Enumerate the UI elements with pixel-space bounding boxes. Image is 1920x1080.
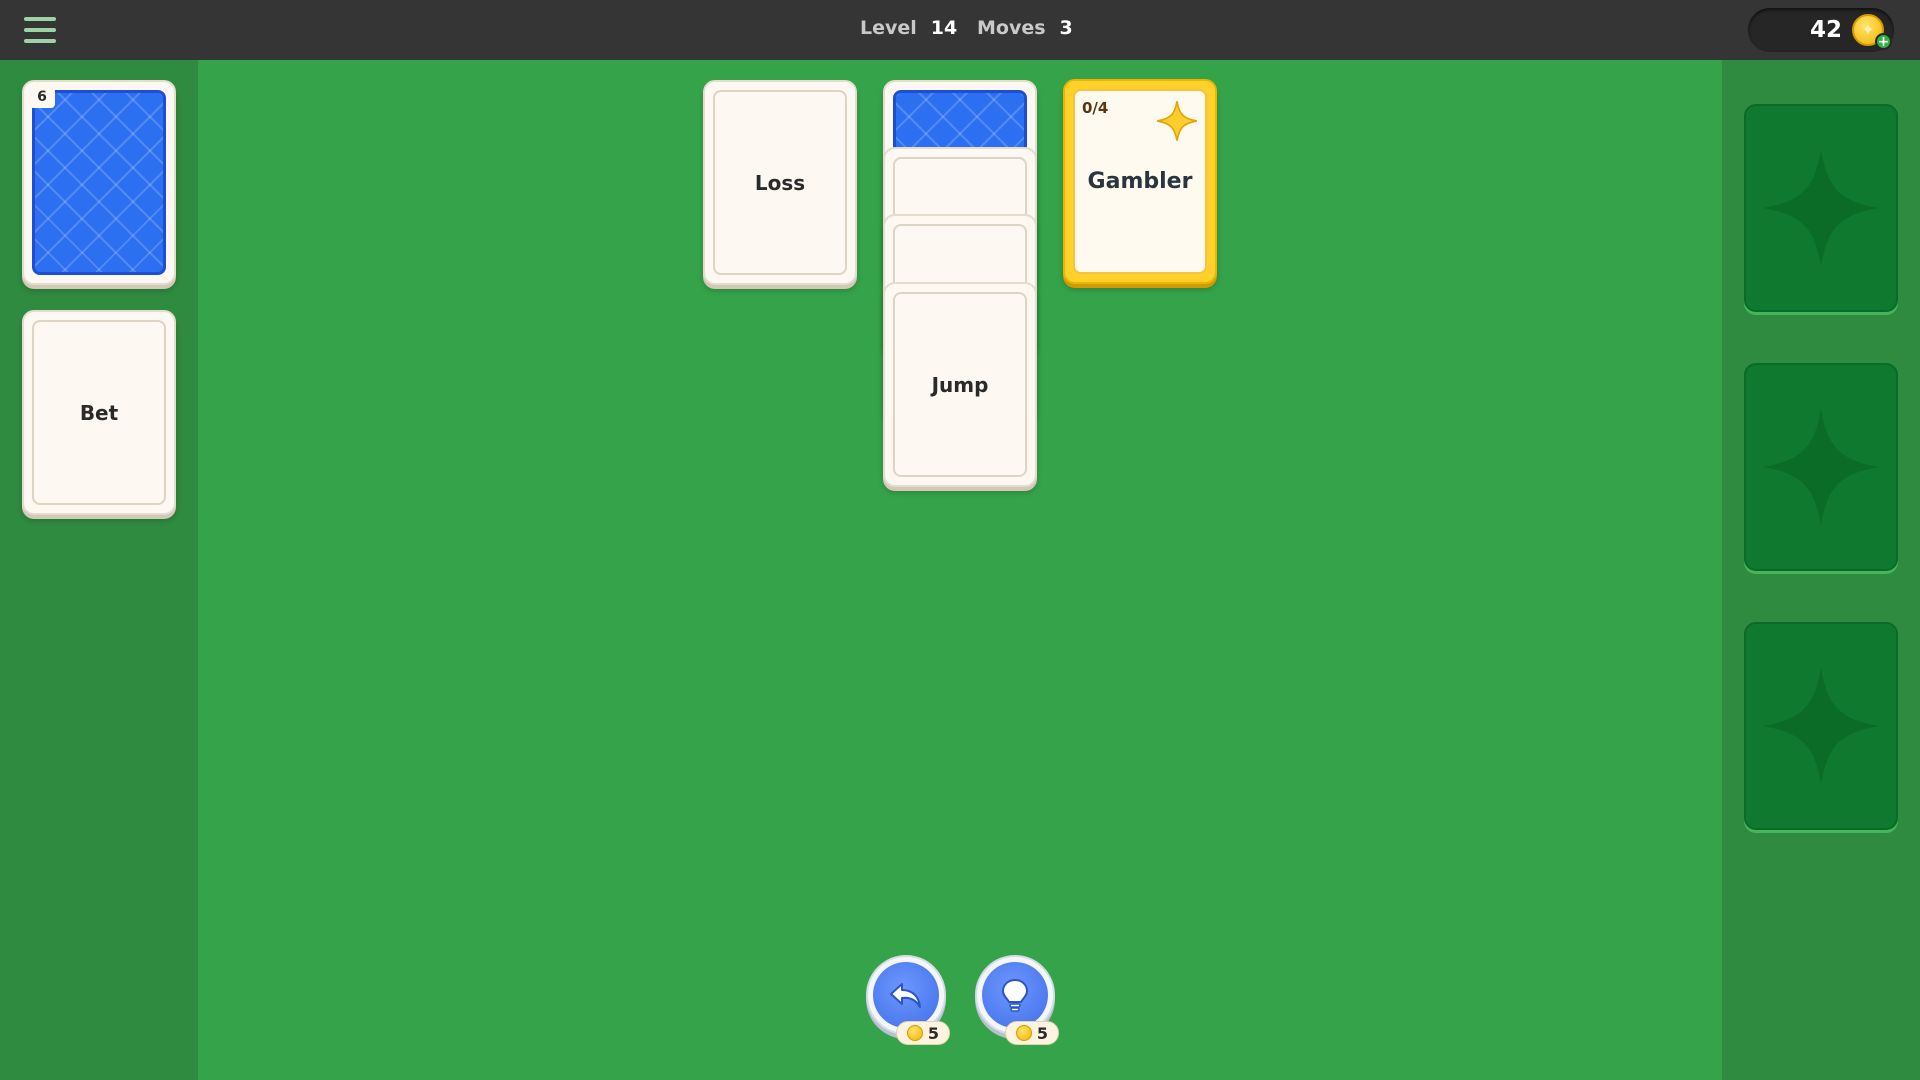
undo-cost-badge: 5 [896,1021,950,1045]
stock-pile[interactable]: 6 [22,80,176,285]
waste-card[interactable]: Bet [22,310,176,515]
foundation-slot-1[interactable] [1744,104,1898,312]
hamburger-menu-icon-bar [24,39,56,43]
coin-icon [1015,1025,1032,1041]
card-label: Jump [931,372,989,397]
sparkle-placeholder-icon [1762,667,1880,785]
tableau-card-loss[interactable]: Loss [703,80,857,285]
undo-cost: 5 [927,1023,940,1043]
stock-count-badge: 6 [29,86,55,108]
moves-indicator: Moves 3 [977,17,1073,39]
category-progress: 0/4 [1082,99,1109,117]
category-name: Gambler [1087,169,1193,194]
top-bar: Level 14 Moves 3 42 ✦ + [0,0,1920,60]
card-face: Loss [713,90,847,275]
card-face: Jump [893,292,1027,477]
hint-button-core [982,962,1048,1028]
sparkle-icon [1157,101,1197,141]
tableau-card-jump[interactable]: Jump [883,282,1037,487]
hamburger-menu-icon-bar [24,28,56,32]
foundation-slot-3[interactable] [1744,622,1898,830]
card-back-pattern [32,90,166,275]
plus-icon[interactable]: + [1875,33,1892,50]
hint-cost: 5 [1036,1023,1049,1043]
card-label: Loss [754,170,806,195]
level-value: 14 [930,17,958,39]
category-card-gambler[interactable]: Gambler 0/4 [1063,79,1217,284]
menu-button[interactable] [20,14,60,46]
foundation-slot-2[interactable] [1744,363,1898,571]
moves-value: 3 [1059,17,1073,39]
moves-label: Moves [977,17,1046,39]
level-label: Level [860,17,917,39]
card-face: Bet [32,320,166,505]
sparkle-placeholder-icon [1762,408,1880,526]
coin-balance[interactable]: 42 ✦ + [1748,8,1894,52]
coin-count: 42 [1809,17,1842,43]
hint-cost-badge: 5 [1005,1021,1059,1045]
sparkle-placeholder-icon [1762,149,1880,267]
coin-icon [906,1025,923,1041]
undo-arrow-icon [890,983,921,1008]
undo-button-core [873,962,939,1028]
lightbulb-icon [1001,978,1029,1012]
level-indicator: Level 14 [860,17,957,39]
hamburger-menu-icon [24,17,56,21]
card-label: Bet [79,400,119,425]
